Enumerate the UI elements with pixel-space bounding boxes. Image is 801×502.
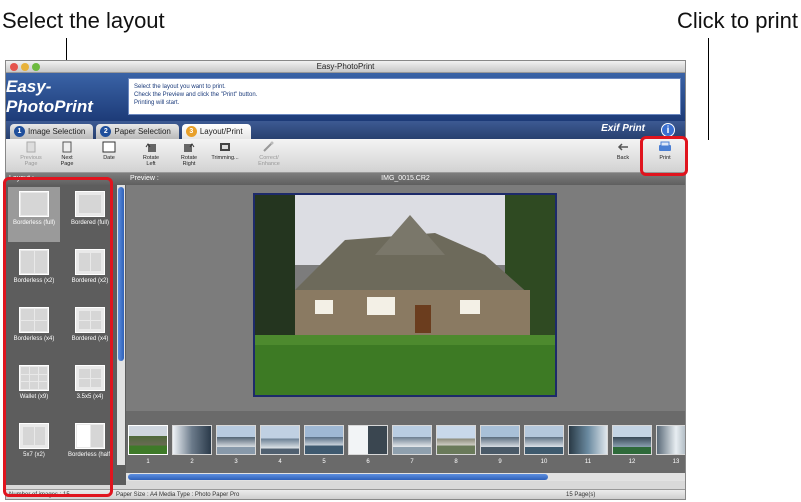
rotate-right-icon (182, 141, 196, 153)
window-controls (10, 63, 40, 71)
thumbnail-number: 4 (278, 459, 282, 465)
filmstrip-thumbnail[interactable] (656, 425, 685, 455)
filmstrip-thumbnail[interactable] (480, 425, 520, 455)
instruction-line: Printing will start. (134, 100, 180, 106)
page-icon (60, 141, 74, 153)
scrollbar-thumb[interactable] (128, 474, 548, 480)
instruction-panel: Select the layout you want to print. Che… (128, 78, 681, 115)
tab-label: Layout/Print (199, 127, 243, 136)
step-tabs: 1 Image Selection 2 Paper Selection 3 La… (6, 121, 685, 139)
zoom-window-button[interactable] (32, 63, 40, 71)
tab-paper-selection[interactable]: 2 Paper Selection (96, 124, 179, 139)
filmstrip-thumbnail[interactable] (568, 425, 608, 455)
filmstrip-thumbnail[interactable] (436, 425, 476, 455)
thumbnail-number: 7 (410, 459, 414, 465)
callout-click-to-print: Click to print (676, 8, 798, 33)
rotate-left-button[interactable]: Rotate Left (134, 141, 168, 167)
title-bar: Easy-PhotoPrint (6, 61, 685, 73)
calendar-icon (102, 141, 116, 153)
thumbnail-number: 10 (540, 459, 548, 465)
exif-print-logo: Exif Print (601, 123, 645, 134)
filmstrip: 1 2 3 4 5 6 7 8 9 10 11 12 13 (126, 411, 685, 473)
page-count: 15 Page(s) (566, 492, 596, 498)
app-logo: Easy-PhotoPrint (6, 77, 93, 116)
page-icon (24, 141, 38, 153)
filmstrip-thumbnail[interactable] (172, 425, 212, 455)
back-button[interactable]: Back (606, 141, 640, 161)
thumbnail-number: 11 (584, 459, 592, 465)
filmstrip-scrollbar[interactable] (126, 473, 685, 481)
help-icon[interactable]: i (661, 123, 675, 137)
button-label: Date (103, 155, 115, 161)
button-label: Right (182, 161, 196, 167)
button-label: Page (60, 161, 74, 167)
close-window-button[interactable] (10, 63, 18, 71)
step-number: 3 (185, 126, 197, 137)
thumbnail-number: 2 (190, 459, 194, 465)
preview-area (126, 185, 685, 411)
thumbnail-number: 13 (672, 459, 680, 465)
callout-select-layout: Select the layout (2, 8, 165, 33)
step-number: 2 (100, 126, 112, 137)
button-label: Back (616, 155, 630, 161)
preview-filename: IMG_0015.CR2 (381, 175, 430, 182)
tab-label: Paper Selection (114, 127, 171, 136)
back-arrow-icon (616, 141, 630, 153)
thumbnail-number: 9 (498, 459, 502, 465)
filmstrip-thumbnail[interactable] (392, 425, 432, 455)
tab-layout-print[interactable]: 3 Layout/Print (181, 124, 251, 139)
paper-info: Paper Size : A4 Media Type : Photo Paper… (116, 492, 240, 498)
filmstrip-thumbnail[interactable] (304, 425, 344, 455)
thumbnail-number: 12 (628, 459, 636, 465)
toolbar: Previous Page Next Page Date Rotate Left (6, 139, 685, 173)
button-label: Trimming... (211, 155, 239, 161)
rotate-left-icon (144, 141, 158, 153)
window-title: Easy-PhotoPrint (316, 62, 375, 71)
date-button[interactable]: Date (92, 141, 126, 161)
scrollbar-thumb[interactable] (118, 187, 124, 361)
thumbnail-number: 3 (234, 459, 238, 465)
filmstrip-thumbnail[interactable] (260, 425, 300, 455)
trimming-button[interactable]: Trimming... (208, 141, 242, 161)
layout-scrollbar[interactable] (117, 185, 125, 465)
tab-label: Image Selection (28, 127, 86, 136)
thumbnail-number: 8 (454, 459, 458, 465)
correct-enhance-button[interactable]: Correct/ Enhance (252, 141, 286, 167)
button-label: Enhance (258, 161, 280, 167)
magic-wand-icon (262, 141, 276, 153)
instruction-line: Check the Preview and click the "Print" … (134, 92, 258, 98)
thumbnail-number: 6 (366, 459, 370, 465)
print-button-highlight (640, 136, 688, 176)
app-header: Easy-PhotoPrint Select the layout you wa… (6, 73, 685, 121)
rotate-right-button[interactable]: Rotate Right (172, 141, 206, 167)
preview-header: Preview : IMG_0015.CR2 (126, 173, 685, 185)
tab-image-selection[interactable]: 1 Image Selection (10, 124, 94, 139)
minimize-window-button[interactable] (21, 63, 29, 71)
preview-photo (253, 193, 557, 397)
step-number: 1 (14, 126, 25, 137)
filmstrip-thumbnail[interactable] (348, 425, 388, 455)
next-page-button[interactable]: Next Page (50, 141, 84, 167)
button-label: Page (24, 161, 38, 167)
button-label: Left (146, 161, 156, 167)
thumbnail-number: 5 (322, 459, 326, 465)
previous-page-button[interactable]: Previous Page (14, 141, 48, 167)
thumbnail-number: 1 (146, 459, 150, 465)
filmstrip-thumbnail[interactable] (128, 425, 168, 455)
filmstrip-thumbnail[interactable] (216, 425, 256, 455)
filmstrip-thumbnail[interactable] (524, 425, 564, 455)
instruction-line: Select the layout you want to print. (134, 84, 226, 90)
crop-icon (218, 141, 232, 153)
filmstrip-thumbnail[interactable] (612, 425, 652, 455)
layout-panel-highlight (3, 177, 113, 497)
leader-line-print (708, 38, 709, 140)
